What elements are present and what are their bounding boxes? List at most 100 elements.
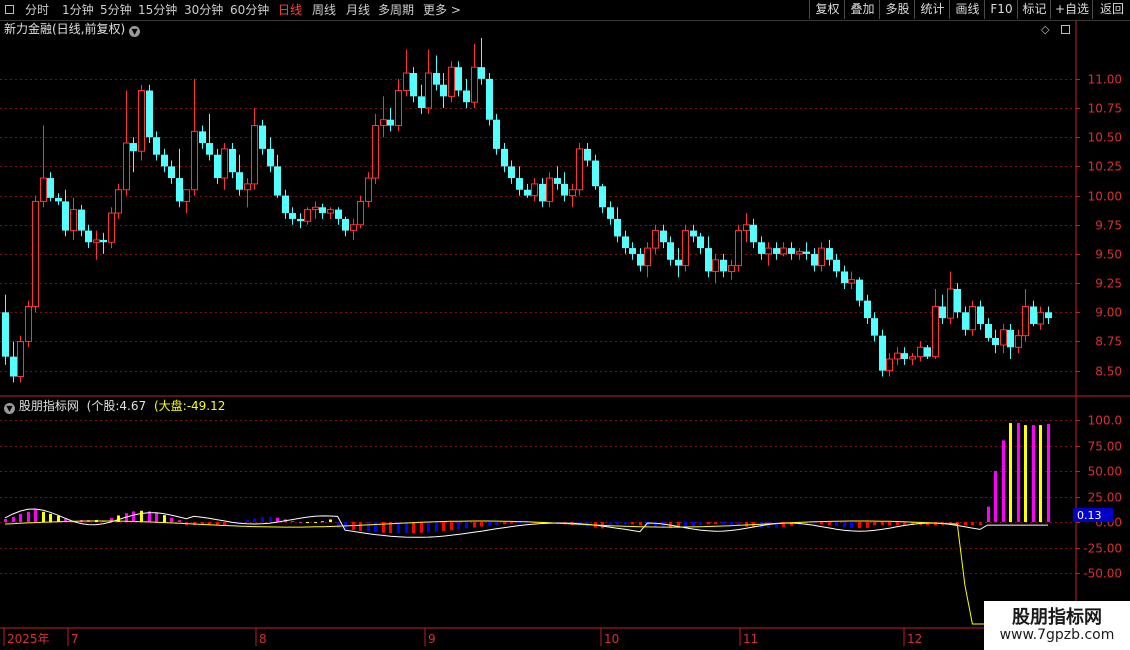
- indicator-bar: [427, 522, 430, 533]
- indicator-bar: [57, 515, 60, 522]
- indicator-bar: [246, 520, 249, 522]
- price-tick-label: 9.75: [1095, 219, 1122, 233]
- price-tick-label: 8.50: [1095, 365, 1122, 379]
- candle-body-up: [969, 305, 976, 331]
- indicator-line-white: [4, 508, 1048, 538]
- price-tick-label: 8.75: [1095, 335, 1122, 349]
- add-watchlist-button[interactable]: +自选: [1050, 0, 1093, 19]
- candle-body-down: [259, 125, 266, 149]
- indicator-bar: [979, 522, 982, 526]
- candle-body-up: [25, 305, 32, 342]
- period-tab-weekly[interactable]: 周线: [312, 2, 336, 18]
- price-tick-label: 9.00: [1095, 306, 1122, 320]
- candle-body-down: [47, 178, 54, 198]
- candlestick-series: [2, 38, 1052, 383]
- candle-body-down: [1007, 329, 1014, 348]
- indicator-bar: [367, 522, 370, 532]
- indicator-bar: [495, 522, 498, 525]
- candle-body-down: [214, 154, 221, 179]
- candle-body-up: [108, 212, 115, 243]
- candle-body-down: [55, 197, 62, 202]
- candle-body-down: [297, 218, 304, 222]
- chevron-down-icon[interactable]: ▼: [129, 26, 141, 37]
- indicator-bar: [291, 521, 294, 523]
- mark-button[interactable]: 标记: [1017, 0, 1051, 19]
- period-tab-multi[interactable]: 多周期: [378, 2, 414, 18]
- draw-line-button[interactable]: 画线: [949, 0, 985, 19]
- indicator-bar: [843, 522, 846, 528]
- more-menu[interactable]: 更多 >: [423, 2, 461, 18]
- indicator-bar: [34, 509, 37, 522]
- candle-body-up: [886, 358, 893, 372]
- candle-body-down: [924, 347, 931, 357]
- candle-body-down: [10, 356, 17, 377]
- period-tab-60min[interactable]: 60分钟: [230, 2, 269, 18]
- chevron-down-icon[interactable]: ▼: [4, 403, 15, 414]
- period-tab-1min[interactable]: 1分钟: [62, 2, 94, 18]
- indicator-bar: [662, 522, 665, 528]
- candle-body-down: [100, 239, 107, 243]
- candle-body-down: [289, 213, 296, 219]
- candle-body-down: [977, 306, 984, 324]
- candle-body-down: [833, 259, 840, 272]
- indicator-bar: [934, 522, 937, 526]
- period-tab-5min[interactable]: 5分钟: [100, 2, 132, 18]
- indicator-bar: [102, 520, 105, 522]
- candle-body-down: [561, 183, 568, 196]
- back-button[interactable]: 返回: [1092, 0, 1130, 19]
- candle-body-down: [637, 253, 644, 266]
- indicator-bar: [775, 522, 778, 528]
- candle-body-down: [478, 67, 485, 79]
- candle-body-down: [455, 67, 462, 91]
- menu-icon[interactable]: [5, 5, 14, 14]
- candle-body-up: [1015, 335, 1022, 348]
- indicator-bar: [359, 522, 362, 531]
- indicator-tick-label: 50.00: [1088, 465, 1122, 479]
- candle-body-down: [168, 166, 175, 179]
- window-toggle-icon[interactable]: [1061, 25, 1070, 34]
- grid-lines: [0, 79, 1076, 574]
- restore-right-button[interactable]: 复权: [809, 0, 845, 19]
- candle-body-up: [183, 189, 190, 202]
- current-value-badge-text: 0.13: [1077, 509, 1102, 522]
- indicator-bar: [344, 522, 347, 530]
- indicator-line-yellow: [4, 520, 1048, 625]
- period-tab-monthly[interactable]: 月线: [346, 2, 370, 18]
- candle-body-down: [501, 148, 508, 167]
- time-tick-label: 9: [428, 632, 436, 646]
- indicator-bar: [261, 517, 264, 522]
- candle-body-down: [985, 323, 992, 338]
- candle-body-down: [146, 90, 153, 138]
- indicator-bar: [457, 522, 460, 530]
- candle-body-up: [32, 200, 39, 307]
- indicator-bar: [208, 522, 211, 526]
- candle-body-down: [871, 318, 878, 336]
- indicator-bar: [337, 522, 340, 529]
- period-tab-fenshi[interactable]: 分时: [25, 2, 49, 18]
- candle-body-up: [818, 247, 825, 267]
- price-tick-label: 9.25: [1095, 277, 1122, 291]
- period-tab-30min[interactable]: 30分钟: [184, 2, 223, 18]
- stock-chart[interactable]: 11.00 10.75 10.50 10.25 10.00 9.75 9.50 9.25 9.0…: [0, 0, 1130, 650]
- candle-body-down: [773, 248, 780, 254]
- indicator-bar: [72, 521, 75, 523]
- candle-body-up: [576, 148, 583, 191]
- candle-body-down: [622, 236, 629, 249]
- multi-stock-button[interactable]: 多股: [879, 0, 915, 19]
- candle-body-up: [244, 183, 251, 191]
- candle-body-down: [508, 166, 515, 179]
- overlay-button[interactable]: 叠加: [844, 0, 880, 19]
- candle-body-down: [410, 73, 417, 97]
- candle-body-down: [229, 148, 236, 173]
- f10-button[interactable]: F10: [984, 0, 1018, 19]
- statistics-button[interactable]: 统计: [914, 0, 950, 19]
- period-tab-daily[interactable]: 日线: [278, 2, 302, 18]
- candle-body-down: [660, 230, 667, 243]
- candle-body-up: [1022, 305, 1029, 337]
- indicator-bar: [692, 522, 695, 527]
- period-tab-15min[interactable]: 15分钟: [138, 2, 177, 18]
- diamond-icon[interactable]: ◇: [1041, 23, 1049, 36]
- candle-body-down: [236, 172, 243, 190]
- candle-body-up: [796, 251, 803, 255]
- candle-body-up: [894, 352, 901, 360]
